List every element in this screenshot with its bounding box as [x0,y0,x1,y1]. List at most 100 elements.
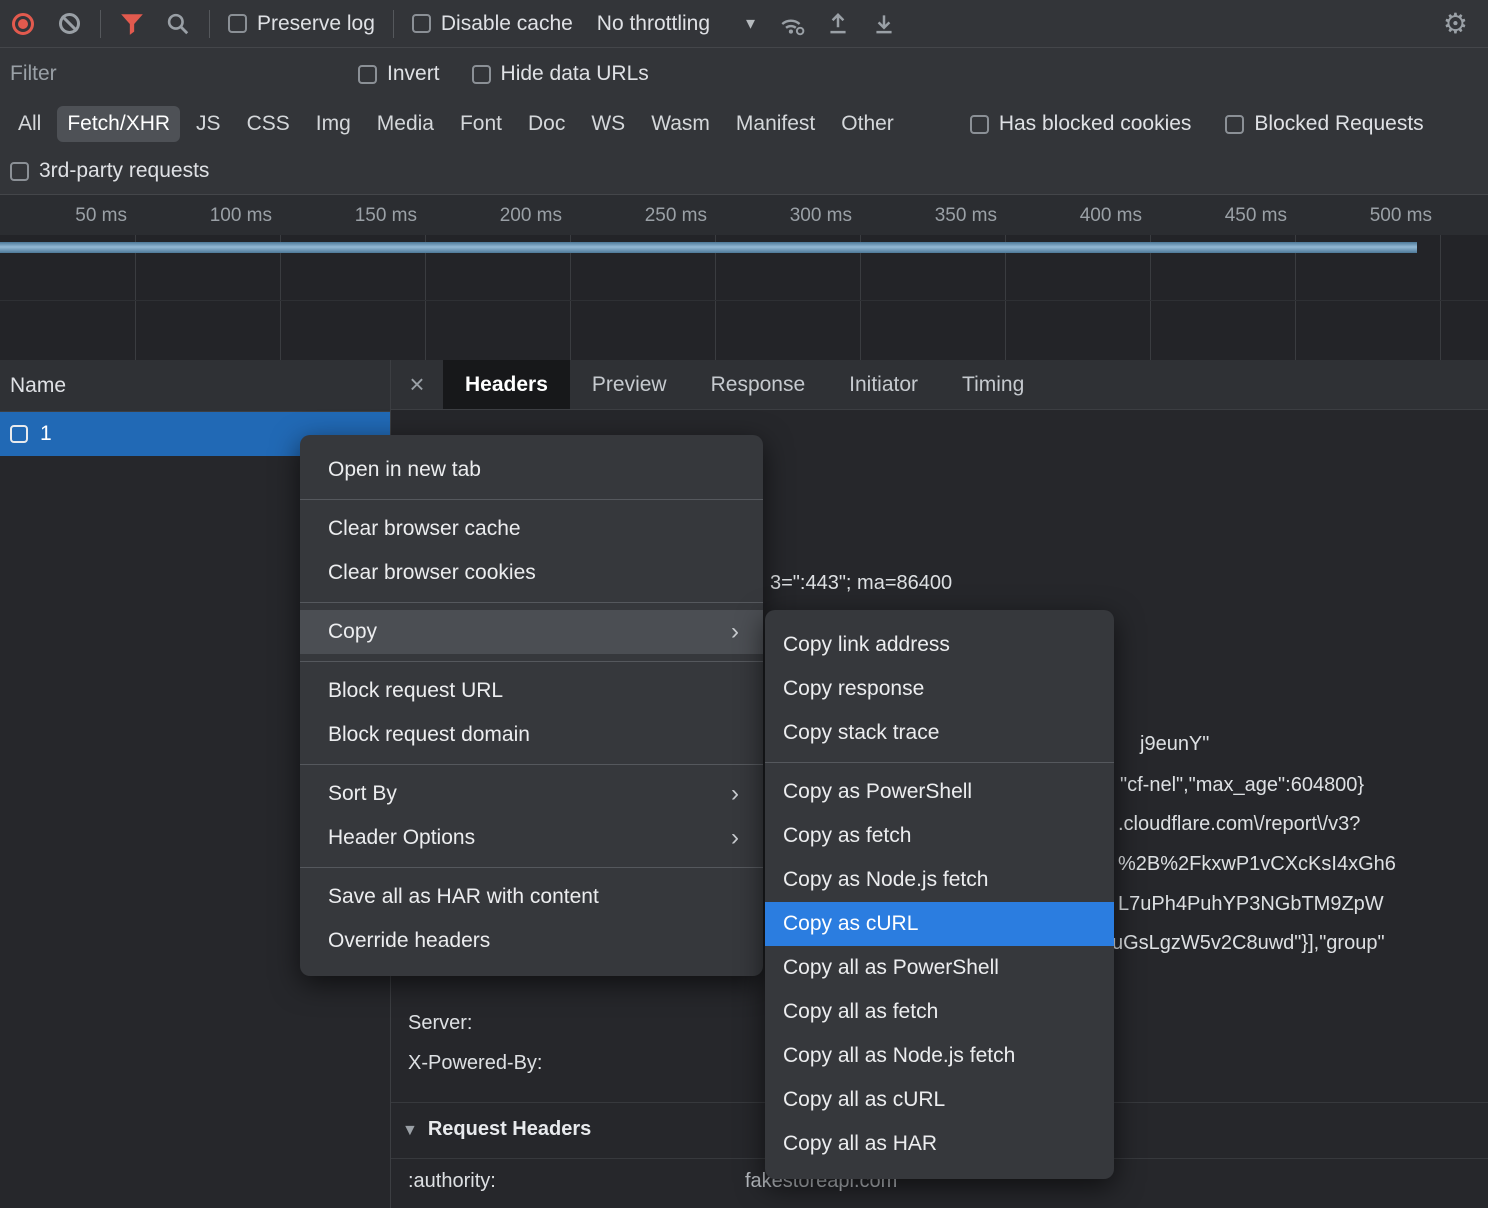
menu-item-copy-all-as-fetch[interactable]: Copy all as fetch [765,990,1114,1034]
menu-item-label: Copy all as HAR [783,1132,937,1156]
tab-preview[interactable]: Preview [570,360,689,409]
filter-input[interactable] [10,62,340,86]
type-filter-font[interactable]: Font [450,106,512,142]
import-har-button[interactable] [815,3,861,45]
menu-item-label: Copy as fetch [783,824,911,848]
row-checkbox[interactable] [10,425,28,443]
type-filter-doc[interactable]: Doc [518,106,575,142]
menu-item-label: Clear browser cookies [328,561,536,585]
third-party-requests-label: 3rd-party requests [39,159,209,183]
menu-item-copy-as-nodejs-fetch[interactable]: Copy as Node.js fetch [765,858,1114,902]
hide-data-urls-checkbox[interactable]: Hide data URLs [472,62,649,86]
menu-item-header-options[interactable]: Header Options › [300,816,763,860]
record-icon [12,13,34,35]
menu-item-block-request-domain[interactable]: Block request domain [300,713,763,757]
timeline-row-divider [0,300,1488,301]
preserve-log-label: Preserve log [257,12,375,36]
export-har-button[interactable] [861,3,907,45]
clear-button[interactable] [46,3,92,45]
menu-item-label: Copy all as fetch [783,1000,938,1024]
tab-response[interactable]: Response [689,360,828,409]
header-name-server: Server: [408,1012,472,1035]
menu-item-copy-all-as-har[interactable]: Copy all as HAR [765,1122,1114,1166]
menu-item-sort-by[interactable]: Sort By › [300,772,763,816]
checkbox-icon [358,65,377,84]
triangle-down-icon: ▼ [402,1122,418,1139]
funnel-icon [119,11,145,37]
search-icon [165,11,191,37]
menu-item-open-in-new-tab[interactable]: Open in new tab [300,448,763,492]
menu-item-save-all-as-har[interactable]: Save all as HAR with content [300,875,763,919]
filter-toggle-button[interactable] [109,3,155,45]
invert-label: Invert [387,62,440,86]
type-filter-all[interactable]: All [8,106,51,142]
menu-item-copy[interactable]: Copy › [300,610,763,654]
devtools-network-panel: Preserve log Disable cache No throttling… [0,0,1488,1208]
menu-item-clear-browser-cache[interactable]: Clear browser cache [300,507,763,551]
tab-headers[interactable]: Headers [443,360,570,409]
has-blocked-cookies-checkbox[interactable]: Has blocked cookies [970,112,1192,136]
timeline-ruler: 50 ms 100 ms 150 ms 200 ms 250 ms 300 ms… [0,195,1488,235]
menu-item-label: Copy as PowerShell [783,780,972,804]
menu-item-clear-browser-cookies[interactable]: Clear browser cookies [300,551,763,595]
record-button[interactable] [0,3,46,45]
menu-item-copy-all-as-powershell[interactable]: Copy all as PowerShell [765,946,1114,990]
timeline-tick: 450 ms [1151,195,1296,235]
menu-item-block-request-url[interactable]: Block request URL [300,669,763,713]
timeline-tick: 50 ms [0,195,136,235]
network-conditions-button[interactable] [769,3,815,45]
menu-separator [300,764,763,765]
upload-icon [825,11,851,37]
menu-item-copy-link-address[interactable]: Copy link address [765,623,1114,667]
menu-item-override-headers[interactable]: Override headers [300,919,763,963]
menu-item-label: Block request URL [328,679,503,703]
menu-item-label: Copy [328,620,377,644]
menu-item-label: Save all as HAR with content [328,885,599,909]
invert-checkbox[interactable]: Invert [358,62,440,86]
name-column-header[interactable]: Name [0,360,390,412]
menu-item-copy-all-as-nodejs-fetch[interactable]: Copy all as Node.js fetch [765,1034,1114,1078]
menu-item-label: Copy stack trace [783,721,939,745]
header-name-x-powered-by: X-Powered-By: [408,1052,543,1075]
menu-item-copy-all-as-curl[interactable]: Copy all as cURL [765,1078,1114,1122]
menu-item-copy-as-curl[interactable]: Copy as cURL [765,902,1114,946]
chevron-down-icon: ▾ [746,13,755,34]
timeline-tick: 350 ms [861,195,1006,235]
header-value-fragment: %2B%2FkxwP1vCXcKsI4xGh6 [1118,853,1396,876]
menu-item-copy-as-powershell[interactable]: Copy as PowerShell [765,770,1114,814]
type-filter-fetch-xhr[interactable]: Fetch/XHR [57,106,180,142]
submenu-arrow-icon: › [731,824,739,852]
disable-cache-checkbox[interactable]: Disable cache [412,12,573,36]
settings-gear-icon[interactable]: ⚙ [1443,7,1468,40]
type-filter-js[interactable]: JS [186,106,231,142]
type-filter-ws[interactable]: WS [581,106,635,142]
tab-initiator[interactable]: Initiator [827,360,940,409]
network-overview-timeline[interactable]: 50 ms 100 ms 150 ms 200 ms 250 ms 300 ms… [0,195,1488,360]
request-headers-section-toggle[interactable]: ▼Request Headers [402,1118,591,1141]
type-filter-manifest[interactable]: Manifest [726,106,825,142]
menu-separator [765,762,1114,763]
type-filter-media[interactable]: Media [367,106,444,142]
request-name: 1 [40,422,52,446]
menu-separator [300,661,763,662]
timeline-tick: 250 ms [571,195,716,235]
menu-separator [300,867,763,868]
timeline-tick: 400 ms [1006,195,1151,235]
blocked-requests-checkbox[interactable]: Blocked Requests [1225,112,1423,136]
has-blocked-cookies-label: Has blocked cookies [999,112,1192,136]
menu-item-copy-as-fetch[interactable]: Copy as fetch [765,814,1114,858]
tab-timing[interactable]: Timing [940,360,1046,409]
menu-item-copy-stack-trace[interactable]: Copy stack trace [765,711,1114,755]
blocked-requests-label: Blocked Requests [1254,112,1423,136]
type-filter-wasm[interactable]: Wasm [641,106,720,142]
close-icon[interactable]: × [391,360,443,409]
preserve-log-checkbox[interactable]: Preserve log [228,12,375,36]
menu-item-copy-response[interactable]: Copy response [765,667,1114,711]
header-value-fragment: "cf-nel","max_age":604800} [1120,774,1364,797]
search-button[interactable] [155,3,201,45]
type-filter-other[interactable]: Other [831,106,904,142]
type-filter-css[interactable]: CSS [237,106,300,142]
third-party-requests-checkbox[interactable]: 3rd-party requests [10,159,209,183]
type-filter-img[interactable]: Img [306,106,361,142]
throttling-select[interactable]: No throttling ▾ [597,12,755,36]
